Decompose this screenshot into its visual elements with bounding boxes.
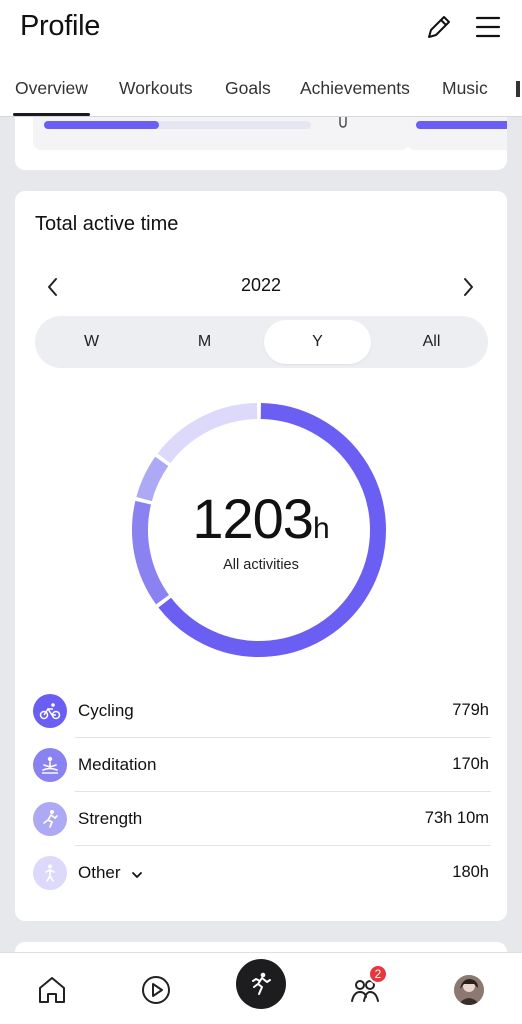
activity-row-meditation[interactable]: Meditation 170h [33,738,491,792]
meditation-icon [33,748,67,782]
tab-overflow-hint [516,81,520,97]
activity-value: 180h [452,863,489,881]
activity-label: Cycling [78,701,134,720]
total-unit: h [312,512,330,545]
notification-badge: 2 [368,964,388,984]
other-activity-icon [33,856,67,890]
tab-goals[interactable]: Goals [225,78,271,99]
pencil-icon[interactable] [422,10,456,44]
period-month[interactable]: M [148,316,261,368]
activity-label: Meditation [78,755,157,774]
activity-value: 779h [452,701,489,719]
card-title: Total active time [35,213,179,235]
top-bar: Profile Overview Workouts Goals Achievem… [0,0,522,116]
activity-row-other[interactable]: Other 180h [33,846,489,900]
activity-label: Strength [78,809,143,828]
tab-bar: Overview Workouts Goals Achievements Mus… [0,72,522,116]
tab-workouts[interactable]: Workouts [119,78,193,99]
total-hours: 1203h [15,486,507,551]
strength-icon [33,802,67,836]
period-week[interactable]: W [35,316,148,368]
chevron-down-icon[interactable] [131,864,143,884]
activity-label: Other [78,863,121,882]
workout-run-icon[interactable] [236,959,286,1009]
donut-segment-other [157,403,258,464]
play-icon[interactable] [131,965,181,1015]
activity-value: 170h [452,755,489,773]
home-icon[interactable] [27,965,77,1015]
period-segmented-control: W M Y All [35,316,488,368]
activity-value: 73h 10m [424,809,489,827]
progress-fill [44,121,159,129]
total-active-time-card: Total active time 2022 W M Y All 1203h A… [15,191,507,921]
total-value: 1203 [192,487,314,550]
avatar [454,975,484,1005]
period-all[interactable]: All [375,316,488,368]
period-year[interactable]: Y [264,320,371,364]
page-title: Profile [20,10,101,42]
total-caption: All activities [223,557,299,573]
hamburger-menu-icon[interactable] [471,10,505,44]
cycling-icon [33,694,67,728]
activity-label-with-dropdown: Other [78,863,143,884]
tab-overview[interactable]: Overview [15,78,88,99]
tab-achievements[interactable]: Achievements [300,78,410,99]
tab-music[interactable]: Music [442,78,488,99]
period-label: 2022 [240,275,282,295]
activity-row-strength[interactable]: Strength 73h 10m [33,792,491,846]
bottom-navigation: 2 [0,952,522,1024]
clip-icon [337,116,349,134]
chevron-right-icon[interactable] [456,275,480,299]
activity-row-cycling[interactable]: Cycling 779h [33,684,491,738]
friends-icon[interactable]: 2 [340,964,390,1015]
profile-avatar[interactable] [444,965,494,1015]
progress-fill-right [416,121,507,129]
